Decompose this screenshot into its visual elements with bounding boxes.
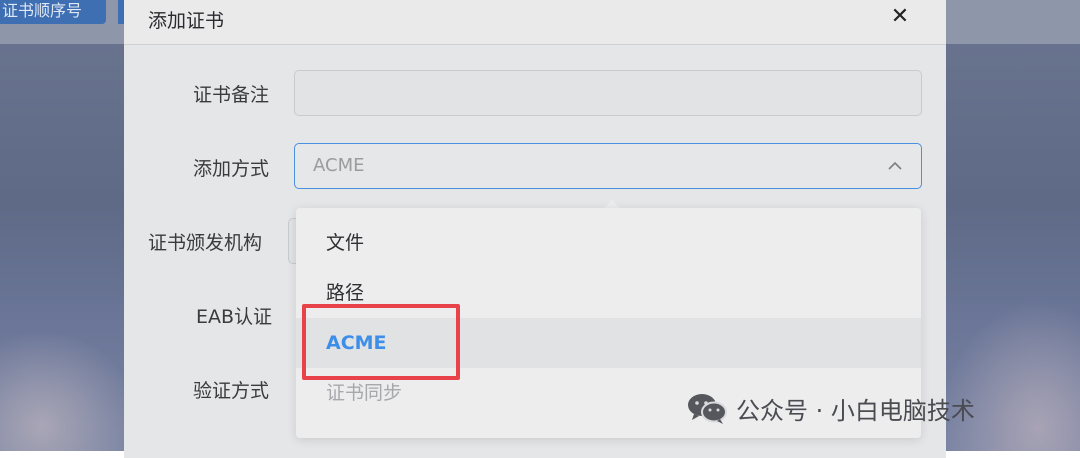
dialog-header: 添加证书 ✕: [124, 0, 946, 45]
verify-method-label: 验证方式: [193, 380, 270, 402]
eab-label: EAB认证: [196, 306, 273, 328]
remark-label: 证书备注: [193, 84, 270, 106]
annotation-highlight-box: [302, 304, 460, 380]
background-button[interactable]: 证书顺序号: [0, 0, 106, 24]
method-select[interactable]: ACME: [294, 143, 922, 189]
background-decoration-right: [940, 300, 1080, 451]
close-icon[interactable]: ✕: [888, 5, 912, 29]
issuer-label: 证书颁发机构: [148, 232, 263, 254]
wechat-icon: [688, 394, 727, 424]
remark-input[interactable]: [294, 70, 922, 116]
background-decoration-left: [0, 330, 140, 451]
method-select-value: ACME: [313, 155, 365, 176]
method-label: 添加方式: [193, 158, 270, 180]
watermark-text: 公众号 · 小白电脑技术: [736, 396, 975, 425]
chevron-up-icon: [888, 161, 902, 170]
watermark: 公众号 · 小白电脑技术: [686, 388, 975, 428]
option-file[interactable]: 文件: [296, 218, 921, 268]
dialog-title: 添加证书: [148, 10, 225, 32]
